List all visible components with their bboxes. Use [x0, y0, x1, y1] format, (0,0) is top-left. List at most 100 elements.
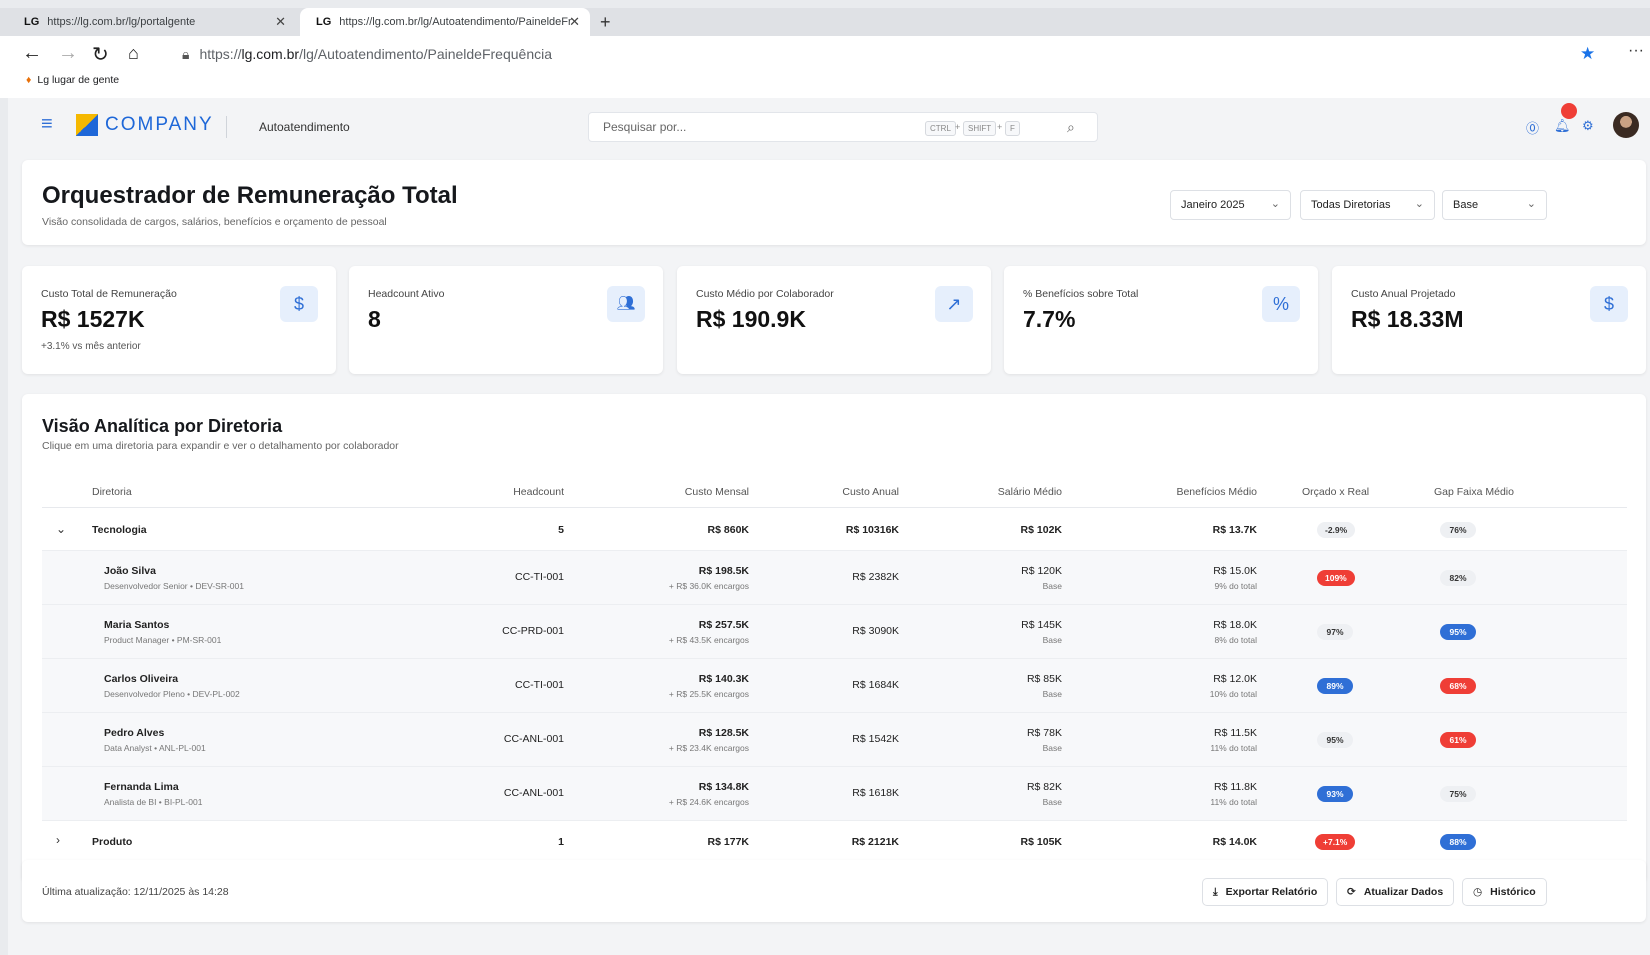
annual-cost: R$ 1542K [852, 733, 899, 745]
bookmark-star-icon[interactable]: ★ [1580, 44, 1595, 64]
chevron-down-icon: ⌄ [1270, 198, 1280, 210]
kpi-value: 7.7% [1023, 306, 1076, 332]
budget-badge: 97% [1317, 624, 1353, 640]
table-row-employee[interactable]: Maria Santos Product Manager • PM-SR-001… [42, 605, 1627, 659]
gap-badge: 88% [1440, 834, 1476, 850]
reload-icon[interactable]: ↻ [92, 42, 109, 67]
search-input[interactable] [603, 120, 903, 134]
benefits: R$ 15.0K [1213, 565, 1257, 577]
employee-role: Desenvolvedor Senior • DEV-SR-001 [104, 581, 244, 591]
column-header[interactable]: Custo Anual [842, 486, 899, 498]
brand-logo[interactable]: COMPANY [76, 114, 214, 136]
salary: R$ 82K [1026, 781, 1062, 793]
column-header[interactable]: Gap Faixa Médio [1434, 486, 1514, 498]
column-header[interactable]: Custo Mensal [685, 486, 749, 498]
url-prefix: https:// [199, 46, 242, 62]
scenario-select[interactable]: Base ⌄ [1442, 190, 1547, 220]
chevron-down-icon[interactable]: ⌄ [56, 522, 66, 536]
table-row-employee[interactable]: Fernanda Lima Analista de BI • BI-PL-001… [42, 767, 1627, 821]
charges: + R$ 24.6K encargos [668, 797, 749, 807]
tab-favicon: LG [24, 16, 40, 28]
hamburger-menu-icon[interactable]: ≡ [41, 113, 53, 136]
salary: R$ 85K [1026, 673, 1062, 685]
nav-section-title[interactable]: Autoatendimento [259, 120, 350, 134]
budget-badge: 89% [1317, 678, 1353, 694]
kpi-card-total-cost: Custo Total de Remuneração R$ 1527K +3.1… [22, 266, 336, 374]
bookmark-item[interactable]: ♦ Lg lugar de gente [26, 74, 119, 86]
column-header[interactable]: Salário Médio [998, 486, 1062, 498]
salary: R$ 78K [1026, 727, 1062, 739]
home-icon[interactable]: ⌂ [128, 43, 139, 64]
button-label: Exportar Relatório [1225, 886, 1318, 898]
kpi-label: Custo Total de Remuneração [41, 288, 177, 300]
browser-tab-portalgente[interactable]: LG https://lg.com.br/lg/portalgente ✕ [8, 8, 296, 36]
group-benefits: R$ 13.7K [1212, 524, 1257, 536]
export-report-button[interactable]: ⤓ Exportar Relatório [1202, 878, 1329, 906]
table-subtitle: Clique em uma diretoria para expandir e … [42, 440, 399, 452]
kpi-value: 8 [368, 306, 381, 332]
column-header[interactable]: Diretoria [92, 486, 132, 498]
directorate-select[interactable]: Todas Diretorias ⌄ [1300, 190, 1435, 220]
gear-icon[interactable]: ⚙ [1582, 118, 1594, 134]
address-bar[interactable]: 🔒︎ https://lg.com.br/lg/Autoatendimento/P… [182, 46, 552, 63]
users-icon: 👥︎ [607, 286, 645, 322]
salary-type: Base [1042, 581, 1062, 591]
charges: + R$ 23.4K encargos [668, 743, 749, 753]
benefits: R$ 11.8K [1214, 781, 1257, 793]
column-header[interactable]: Headcount [513, 486, 564, 498]
benefits-pct: 10% do total [1209, 689, 1257, 699]
user-avatar[interactable] [1613, 112, 1639, 138]
monthly-cost: R$ 134.8K [698, 781, 749, 793]
kpi-label: % Benefícios sobre Total [1023, 288, 1139, 300]
table-row-employee[interactable]: João Silva Desenvolvedor Senior • DEV-SR… [42, 551, 1627, 605]
cost-center: CC-ANL-001 [503, 733, 564, 745]
benefits: R$ 12.0K [1213, 673, 1257, 685]
close-icon[interactable]: ✕ [569, 14, 580, 30]
group-salary: R$ 102K [1020, 524, 1062, 536]
annual-cost: R$ 2382K [852, 571, 899, 583]
budget-badge: 93% [1317, 786, 1353, 802]
budget-badge: 95% [1317, 732, 1353, 748]
period-select[interactable]: Janeiro 2025 ⌄ [1170, 190, 1291, 220]
column-header[interactable]: Benefícios Médio [1176, 486, 1257, 498]
group-salary: R$ 105K [1020, 836, 1062, 848]
footer-bar: Última atualização: 12/11/2025 às 14:28 … [22, 860, 1646, 922]
kpi-label: Custo Anual Projetado [1351, 288, 1456, 300]
benefits-pct: 11% do total [1210, 743, 1257, 753]
table-row-employee[interactable]: Pedro Alves Data Analyst • ANL-PL-001 CC… [42, 713, 1627, 767]
browser-tab-active[interactable]: LG https://lg.com.br/lg/Autoatendimento/… [300, 8, 590, 36]
top-navigation: ≡ COMPANY Autoatendimento CTRL + SHIFT +… [8, 98, 1650, 156]
kpi-label: Headcount Ativo [368, 288, 445, 300]
help-icon[interactable]: ⓪ [1526, 118, 1539, 137]
table-row-employee[interactable]: Carlos Oliveira Desenvolvedor Pleno • DE… [42, 659, 1627, 713]
employee-name: João Silva [104, 565, 156, 577]
column-header[interactable]: Orçado x Real [1302, 486, 1369, 498]
page-header-card: Orquestrador de Remuneração Total Visão … [22, 160, 1646, 245]
back-arrow-icon[interactable]: ← [22, 42, 42, 65]
cost-center: CC-PRD-001 [502, 625, 564, 637]
employee-role: Product Manager • PM-SR-001 [104, 635, 222, 645]
table-row-group-tecnologia[interactable]: ⌄ Tecnologia 5 R$ 860K R$ 10316K R$ 102K… [42, 509, 1627, 551]
table-row-group-produto[interactable]: › Produto 1 R$ 177K R$ 2121K R$ 105K R$ … [42, 821, 1627, 863]
employee-name: Fernanda Lima [104, 781, 179, 793]
history-button[interactable]: ◷ Histórico [1462, 878, 1547, 906]
bell-icon[interactable]: 🔔︎ [1554, 118, 1571, 134]
group-benefits: R$ 14.0K [1212, 836, 1257, 848]
kpi-value: R$ 190.9K [696, 306, 806, 332]
benefits-pct: 9% do total [1214, 581, 1257, 591]
chevron-right-icon[interactable]: › [56, 833, 60, 847]
group-headcount: 1 [558, 836, 564, 848]
kpi-value: R$ 1527K [41, 306, 145, 332]
forward-arrow-icon[interactable]: → [58, 42, 78, 65]
refresh-data-button[interactable]: ⟳ Atualizar Dados [1336, 878, 1455, 906]
new-tab-plus-icon[interactable]: + [600, 12, 611, 33]
employee-role: Desenvolvedor Pleno • DEV-PL-002 [104, 689, 240, 699]
directorate-select-value: Todas Diretorias [1311, 199, 1391, 211]
gap-badge: 76% [1440, 522, 1476, 538]
annual-cost: R$ 1684K [852, 679, 899, 691]
search-icon[interactable]: ⌕ [1067, 119, 1075, 136]
more-menu-icon[interactable]: ··· [1628, 42, 1644, 60]
close-icon[interactable]: ✕ [275, 14, 286, 30]
salary-type: Base [1042, 797, 1062, 807]
salary-type: Base [1042, 743, 1062, 753]
